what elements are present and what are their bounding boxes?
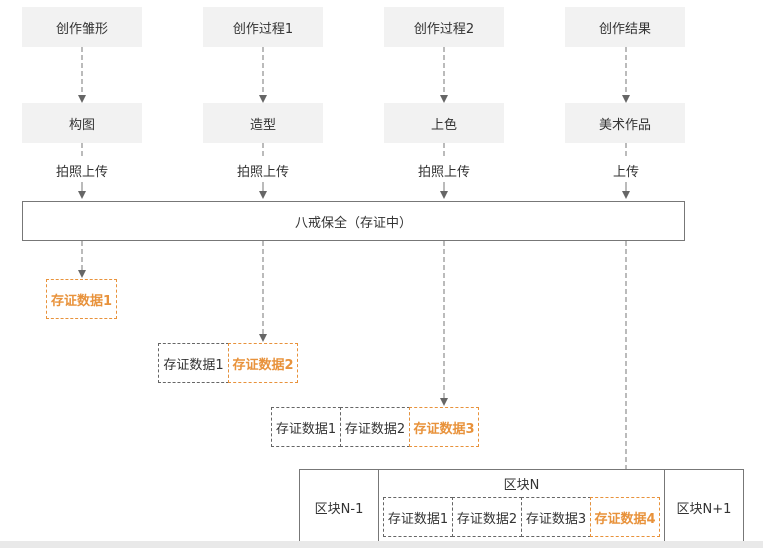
block-next: 区块N+1	[664, 469, 744, 545]
step-box-2: 造型	[203, 103, 323, 143]
connector-lines	[78, 47, 630, 497]
block-data-item4: 存证数据4	[590, 497, 660, 537]
upload-label-2: 拍照上传	[236, 165, 289, 180]
upload-label-4: 上传	[612, 165, 639, 180]
bottom-scroll-strip	[0, 541, 763, 548]
data-box-row3-item3: 存证数据3	[409, 407, 479, 447]
block-prev: 区块N-1	[299, 469, 379, 545]
step-box-3: 上色	[384, 103, 504, 143]
stage-box-3: 创作过程2	[384, 7, 504, 47]
block-data-item3: 存证数据3	[521, 497, 591, 537]
data-box-row2-item2: 存证数据2	[228, 343, 298, 383]
stage-box-4: 创作结果	[565, 7, 685, 47]
data-box-row1-item1: 存证数据1	[46, 279, 117, 319]
data-box-row2-item1: 存证数据1	[158, 343, 229, 383]
block-current-label: 区块N	[503, 478, 540, 493]
upload-label-1: 拍照上传	[55, 165, 108, 180]
stage-box-2: 创作过程1	[203, 7, 323, 47]
data-box-row3-item2: 存证数据2	[340, 407, 410, 447]
block-prev-label: 区块N-1	[314, 501, 364, 517]
storage-bar: 八戒保全（存证中）	[22, 201, 685, 241]
step-box-1: 构图	[22, 103, 142, 143]
upload-label-3: 拍照上传	[417, 165, 470, 180]
block-data-item2: 存证数据2	[452, 497, 522, 537]
stage-box-1: 创作雏形	[22, 7, 142, 47]
block-next-label: 区块N+1	[676, 501, 732, 517]
step-box-4: 美术作品	[565, 103, 685, 143]
data-box-row3-item1: 存证数据1	[271, 407, 341, 447]
storage-label: 八戒保全（存证中）	[294, 215, 412, 231]
block-data-item1: 存证数据1	[383, 497, 453, 537]
